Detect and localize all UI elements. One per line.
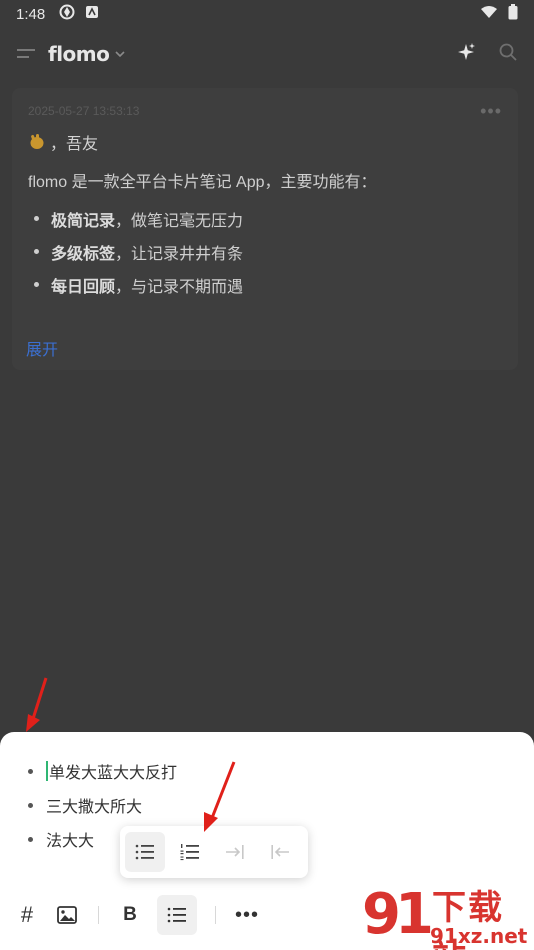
editor-line-text[interactable]: 三大撒大所大 bbox=[46, 793, 142, 817]
outdent-icon bbox=[271, 845, 289, 859]
expand-link[interactable]: 展开 bbox=[26, 336, 58, 360]
watermark: 91 下载站 91xz.net bbox=[360, 878, 534, 950]
memo-intro: flomo 是一款全平台卡片笔记 App，主要功能有： bbox=[28, 174, 377, 191]
bullet bbox=[34, 249, 39, 254]
toolbar-divider bbox=[98, 906, 99, 924]
bullet-list-icon bbox=[167, 907, 186, 923]
image-icon bbox=[57, 906, 77, 924]
status-time: 1:48 bbox=[16, 5, 46, 23]
wifi-icon bbox=[480, 5, 498, 23]
tag-button[interactable]: # bbox=[14, 895, 40, 935]
menu-icon[interactable] bbox=[16, 45, 38, 63]
editor-line[interactable]: 三大撒大所大 bbox=[28, 788, 177, 822]
editor-line-text[interactable]: 单发大蓝大大反打 bbox=[49, 759, 177, 783]
status-bar: 1:48 bbox=[0, 0, 534, 28]
watermark-domain: 91xz.net bbox=[430, 924, 528, 948]
image-button[interactable] bbox=[54, 895, 80, 935]
numbered-list-icon bbox=[180, 844, 199, 861]
editor-line[interactable]: 单发大蓝大大反打 bbox=[28, 754, 177, 788]
sync-icon bbox=[59, 4, 75, 24]
battery-icon bbox=[508, 4, 518, 24]
list-item: 极简记录 ，做笔记毫无压力 bbox=[28, 202, 502, 235]
feature-title: 每日回顾 bbox=[51, 278, 116, 296]
chevron-down-icon[interactable] bbox=[115, 47, 125, 61]
greeting-text: ，吾友 bbox=[50, 136, 99, 153]
search-icon[interactable] bbox=[498, 42, 518, 67]
editor-line-text[interactable]: 法大大 bbox=[46, 827, 94, 851]
feature-title: 多级标签 bbox=[51, 245, 116, 263]
bullet-list-button[interactable] bbox=[125, 832, 165, 872]
bullet bbox=[28, 768, 33, 774]
annotation-arrow bbox=[204, 761, 236, 832]
feature-desc: ，让记录井井有条 bbox=[115, 245, 244, 263]
memo-card[interactable]: 2025-05-27 13:53:13 ••• ，吾友 flomo 是一款全平台… bbox=[12, 88, 518, 370]
toolbar-divider bbox=[215, 906, 216, 924]
bullet bbox=[28, 836, 33, 842]
more-options-icon[interactable]: ••• bbox=[480, 102, 502, 120]
outdent-button[interactable] bbox=[260, 832, 300, 872]
indent-button[interactable] bbox=[215, 832, 255, 872]
waving-hand-icon bbox=[28, 133, 46, 151]
memo-date: 2025-05-27 13:53:13 bbox=[28, 104, 140, 118]
sparkle-icon[interactable] bbox=[456, 42, 476, 67]
numbered-list-button[interactable] bbox=[170, 832, 210, 872]
app-notification-icon bbox=[85, 5, 99, 23]
bullet-list-icon bbox=[135, 844, 154, 860]
more-tools-button[interactable]: ••• bbox=[234, 895, 260, 935]
app-brand[interactable]: flomo bbox=[48, 42, 110, 66]
bullet bbox=[28, 802, 33, 808]
list-item: 多级标签 ，让记录井井有条 bbox=[28, 235, 502, 268]
list-button[interactable] bbox=[157, 895, 197, 935]
feature-desc: ，与记录不期而遇 bbox=[115, 278, 244, 296]
indent-icon bbox=[226, 845, 244, 859]
list-item: 每日回顾 ，与记录不期而遇 bbox=[28, 268, 502, 301]
app-header: flomo bbox=[0, 32, 534, 76]
feature-desc: ，做笔记毫无压力 bbox=[115, 212, 244, 230]
annotation-arrow bbox=[26, 677, 48, 732]
feature-title: 极简记录 bbox=[51, 212, 116, 230]
watermark-logo: 91 bbox=[362, 882, 434, 947]
bullet bbox=[34, 216, 39, 221]
bold-button[interactable]: B bbox=[117, 895, 143, 935]
feature-list: 极简记录 ，做笔记毫无压力 多级标签 ，让记录井井有条 每日回顾 ，与记录不期而遇 bbox=[28, 202, 502, 301]
memo-greeting: ，吾友 bbox=[28, 130, 502, 154]
text-cursor bbox=[46, 761, 48, 781]
bullet bbox=[34, 282, 39, 287]
